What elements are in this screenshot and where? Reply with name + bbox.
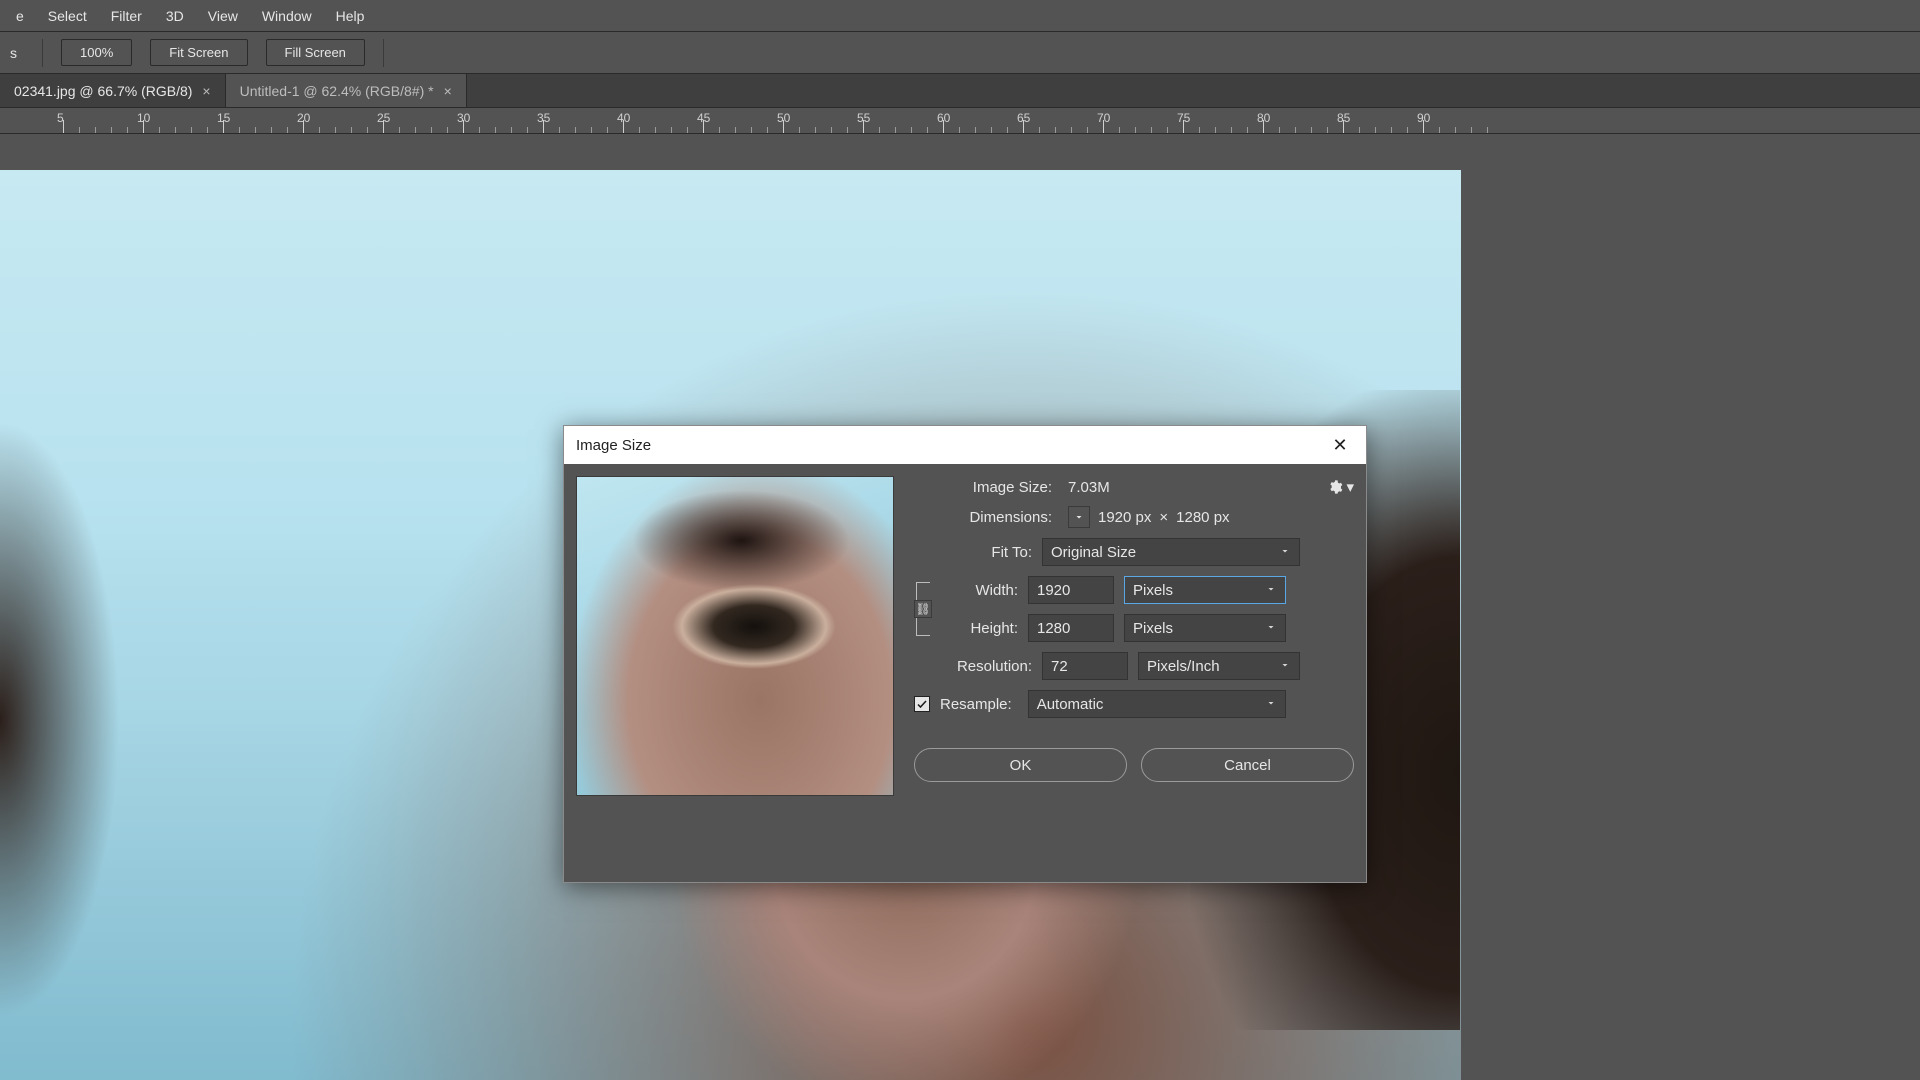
cancel-button[interactable]: Cancel bbox=[1141, 748, 1354, 782]
height-label: Height: bbox=[936, 620, 1018, 637]
height-unit-value: Pixels bbox=[1133, 620, 1173, 637]
resample-value: Automatic bbox=[1037, 696, 1104, 713]
close-icon[interactable]: × bbox=[444, 83, 452, 99]
resolution-row: Resolution: Pixels/Inch bbox=[914, 652, 1354, 680]
resolution-label: Resolution: bbox=[914, 658, 1032, 675]
fit-to-select[interactable]: Original Size bbox=[1042, 538, 1300, 566]
dialog-title: Image Size bbox=[576, 437, 651, 454]
resolution-unit-select[interactable]: Pixels/Inch bbox=[1138, 652, 1300, 680]
fit-to-row: Fit To: Original Size bbox=[914, 538, 1354, 566]
menu-item-window[interactable]: Window bbox=[250, 2, 324, 30]
height-unit-select[interactable]: Pixels bbox=[1124, 614, 1286, 642]
chain-link-icon[interactable]: ⛓ bbox=[914, 600, 932, 618]
separator bbox=[383, 39, 384, 67]
menu-item-select[interactable]: Select bbox=[36, 2, 99, 30]
dimensions-height: 1280 px bbox=[1176, 509, 1229, 526]
width-input[interactable] bbox=[1028, 576, 1114, 604]
resolution-input[interactable] bbox=[1042, 652, 1128, 680]
separator bbox=[42, 39, 43, 67]
resolution-unit-value: Pixels/Inch bbox=[1147, 658, 1220, 675]
horizontal-ruler: 51015202530354045505560657075808590 bbox=[0, 108, 1920, 134]
menu-item-view[interactable]: View bbox=[196, 2, 250, 30]
chevron-down-icon bbox=[1279, 544, 1291, 561]
width-unit-value: Pixels bbox=[1133, 582, 1173, 599]
menu-item-filter[interactable]: Filter bbox=[99, 2, 154, 30]
image-size-label: Image Size: bbox=[914, 479, 1052, 496]
gear-icon[interactable]: ▾ bbox=[1327, 478, 1354, 496]
dialog-titlebar[interactable]: Image Size ✕ bbox=[564, 426, 1366, 464]
image-size-row: Image Size: 7.03M ▾ bbox=[914, 478, 1354, 496]
image-preview[interactable] bbox=[576, 476, 894, 796]
image-size-value: 7.03M bbox=[1068, 479, 1110, 496]
options-bar: s 100% Fit Screen Fill Screen bbox=[0, 32, 1920, 74]
dimensions-row: Dimensions: 1920 px × 1280 px bbox=[914, 506, 1354, 528]
bracket-icon bbox=[916, 618, 930, 636]
constrain-proportions[interactable]: ⛓ bbox=[914, 582, 932, 636]
chevron-down-icon bbox=[1265, 582, 1277, 599]
dimensions-label: Dimensions: bbox=[914, 509, 1052, 526]
fill-screen-button[interactable]: Fill Screen bbox=[266, 39, 365, 66]
image-size-dialog: Image Size ✕ Image Size: 7.03M ▾ Dimensi… bbox=[563, 425, 1367, 883]
canvas-area: Image Size ✕ Image Size: 7.03M ▾ Dimensi… bbox=[0, 134, 1920, 1080]
dimensions-width: 1920 px bbox=[1098, 509, 1151, 526]
height-input[interactable] bbox=[1028, 614, 1114, 642]
dimensions-sep: × bbox=[1159, 509, 1168, 526]
ok-button[interactable]: OK bbox=[914, 748, 1127, 782]
resample-select[interactable]: Automatic bbox=[1028, 690, 1286, 718]
document-tab-label: Untitled-1 @ 62.4% (RGB/8#) * bbox=[240, 83, 434, 99]
width-unit-select[interactable]: Pixels bbox=[1124, 576, 1286, 604]
close-icon[interactable]: ✕ bbox=[1326, 431, 1354, 459]
dialog-button-row: OK Cancel bbox=[914, 748, 1354, 782]
fit-screen-button[interactable]: Fit Screen bbox=[150, 39, 247, 66]
width-label: Width: bbox=[936, 582, 1018, 599]
zoom-100-button[interactable]: 100% bbox=[61, 39, 132, 66]
document-tab-1[interactable]: 02341.jpg @ 66.7% (RGB/8) × bbox=[0, 74, 226, 107]
dialog-body: Image Size: 7.03M ▾ Dimensions: 1920 px bbox=[564, 464, 1366, 882]
chevron-down-icon bbox=[1265, 696, 1277, 713]
close-icon[interactable]: × bbox=[202, 83, 210, 99]
menu-item-help[interactable]: Help bbox=[324, 2, 377, 30]
width-row: Width: Pixels bbox=[936, 576, 1286, 604]
chevron-down-icon[interactable] bbox=[1068, 506, 1090, 528]
resample-checkbox[interactable] bbox=[914, 696, 930, 712]
options-bar-letter: s bbox=[10, 45, 24, 61]
resample-label: Resample: bbox=[940, 696, 1012, 713]
image-region bbox=[0, 420, 120, 1020]
chevron-down-icon bbox=[1265, 620, 1277, 637]
document-tab-label: 02341.jpg @ 66.7% (RGB/8) bbox=[14, 83, 192, 99]
document-tab-2[interactable]: Untitled-1 @ 62.4% (RGB/8#) * × bbox=[226, 74, 467, 107]
width-height-block: ⛓ Width: Pixels Heig bbox=[914, 576, 1354, 642]
menu-bar: e Select Filter 3D View Window Help bbox=[0, 0, 1920, 32]
menu-item-3d[interactable]: 3D bbox=[154, 2, 196, 30]
fit-to-value: Original Size bbox=[1051, 544, 1136, 561]
chevron-down-icon bbox=[1279, 658, 1291, 675]
menu-item-edge[interactable]: e bbox=[4, 2, 36, 30]
height-row: Height: Pixels bbox=[936, 614, 1286, 642]
document-tabs: 02341.jpg @ 66.7% (RGB/8) × Untitled-1 @… bbox=[0, 74, 1920, 108]
resample-row: Resample: Automatic bbox=[914, 690, 1354, 718]
dialog-fields: Image Size: 7.03M ▾ Dimensions: 1920 px bbox=[914, 476, 1354, 870]
fit-to-label: Fit To: bbox=[914, 544, 1032, 561]
bracket-icon bbox=[916, 582, 930, 600]
